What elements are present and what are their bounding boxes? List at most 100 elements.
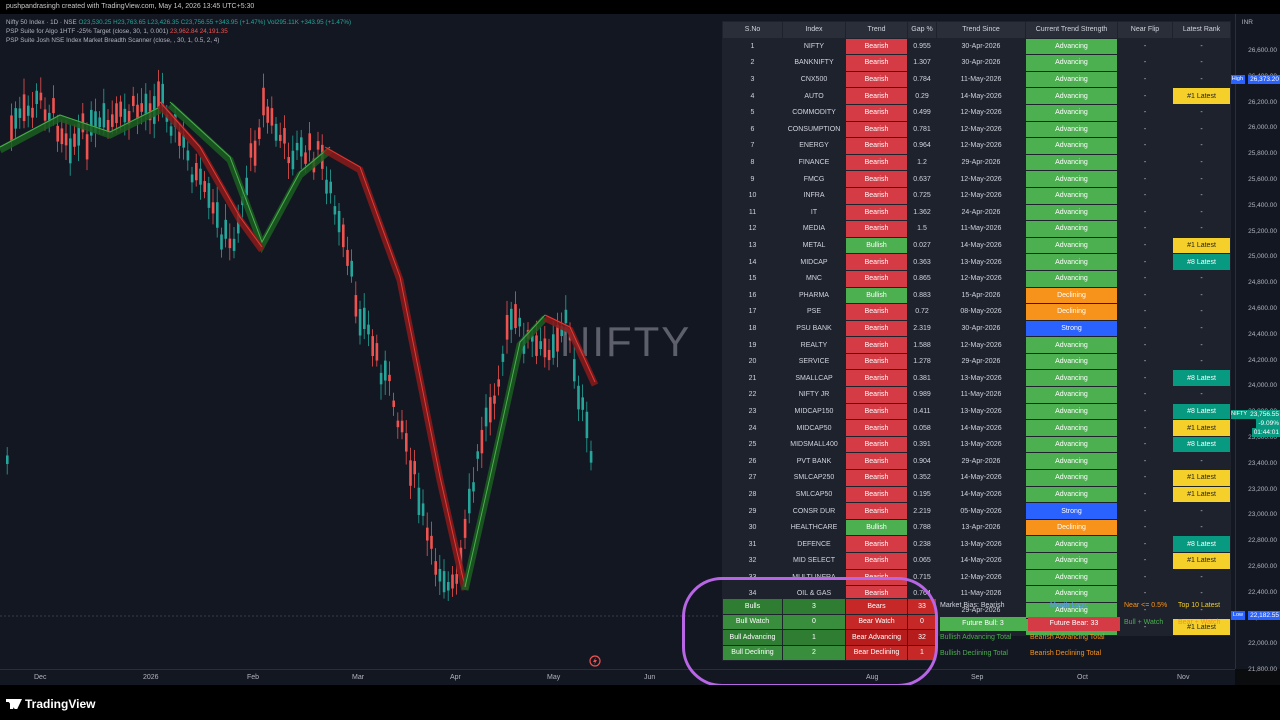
tradingview-screenshot: pushpandrasingh created with TradingView… xyxy=(0,0,1280,720)
trend-since-cell: 29-Apr-2026 xyxy=(936,153,1026,172)
index-cell: AUTO xyxy=(782,87,846,105)
scanner-row: 20 SERVICE Bearish 1.278 29-Apr-2026 Advancin… xyxy=(722,352,1231,371)
x-label: Mar xyxy=(352,674,365,681)
candlestick xyxy=(203,171,206,199)
candlestick xyxy=(484,394,488,442)
trend-since-cell: 30-Apr-2026 xyxy=(936,37,1026,56)
candlestick xyxy=(228,223,232,261)
mouth-logic-label: Mouth Logic xyxy=(1050,602,1089,609)
trend-cell: Bearish xyxy=(845,336,908,354)
trend-cell: Bearish xyxy=(845,352,908,371)
trend-since-cell: 11-May-2026 xyxy=(936,386,1026,404)
candlestick xyxy=(232,226,236,259)
x-label: Feb xyxy=(247,674,260,681)
scanner-row: 26 PVT BANK Bearish 0.904 29-Apr-2026 Advanci… xyxy=(722,452,1231,471)
price-tick-label: 24,200.00 xyxy=(1248,356,1277,364)
candlestick xyxy=(442,559,446,599)
candlestick xyxy=(60,119,64,153)
jump-to-realtime-icon[interactable] xyxy=(589,655,601,667)
strength-cell: Strong xyxy=(1025,502,1118,520)
x-label: Apr xyxy=(450,674,461,681)
serial-cell: 1 xyxy=(722,37,783,56)
index-cell: METAL xyxy=(782,236,846,255)
gap-cell: 0.027 xyxy=(907,236,937,255)
latest-rank-cell: - xyxy=(1172,70,1231,89)
strength-cell: Advancing xyxy=(1025,269,1118,288)
currency-label: INR xyxy=(1241,19,1253,26)
trend-since-cell: 13-May-2026 xyxy=(936,253,1026,271)
candlestick xyxy=(73,124,76,155)
column-header: Latest Rank xyxy=(1172,21,1231,39)
gap-cell: 0.411 xyxy=(907,402,937,421)
serial-cell: 30 xyxy=(722,518,783,537)
index-cell: PSE xyxy=(782,303,846,321)
scanner-row: 21 SMALLCAP Bearish 0.381 13-May-2026 Advanci… xyxy=(722,369,1231,388)
candlestick xyxy=(132,86,135,113)
candlestick xyxy=(48,104,51,133)
trend-since-cell: 14-May-2026 xyxy=(936,87,1026,105)
candlestick xyxy=(363,293,366,340)
price-axis[interactable]: INR 26,600.0026,400.0026,200.0026,000.00… xyxy=(1229,14,1280,673)
trend-since-cell: 11-May-2026 xyxy=(936,220,1026,238)
candlestick xyxy=(543,326,547,368)
index-cell: HEALTHCARE xyxy=(782,518,846,537)
index-cell: MIDCAP xyxy=(782,253,846,271)
candlestick xyxy=(434,548,437,587)
near-flip-cell: - xyxy=(1117,303,1173,321)
near-flip-cell: - xyxy=(1117,120,1173,139)
gap-cell: 0.725 xyxy=(907,186,937,205)
latest-rank-cell: #8 Latest xyxy=(1172,535,1231,553)
strength-cell: Advancing xyxy=(1025,402,1118,421)
scanner-row: 4 AUTO Bearish 0.29 14-May-2026 Advancing - #1 … xyxy=(722,87,1231,105)
latest-rank-cell: - xyxy=(1172,319,1231,338)
candlestick xyxy=(476,444,479,472)
trend-since-cell: 14-May-2026 xyxy=(936,419,1026,437)
trend-since-cell: 30-Apr-2026 xyxy=(936,54,1026,72)
latest-rank-cell: - xyxy=(1172,186,1231,205)
latest-rank-cell: - xyxy=(1172,153,1231,172)
near-flip-cell: - xyxy=(1117,319,1173,338)
trend-cell: Bearish xyxy=(845,502,908,520)
near-flip-cell: - xyxy=(1117,137,1173,155)
candlestick xyxy=(438,554,442,595)
trend-cell: Bearish xyxy=(845,87,908,105)
future-bull: Future Bull: 3 xyxy=(940,617,1026,631)
latest-rank-cell: #1 Latest xyxy=(1172,87,1231,105)
near-flip-cell: - xyxy=(1117,153,1173,172)
scanner-row: 6 CONSUMPTION Bearish 0.781 12-May-2026 Advan… xyxy=(722,120,1231,139)
near-flip-cell: - xyxy=(1117,186,1173,205)
time-axis[interactable]: Dec 2026 Feb Mar Apr May Jun Aug Sep Oct… xyxy=(0,669,1235,686)
candlestick xyxy=(505,300,509,354)
strength-cell: Advancing xyxy=(1025,220,1118,238)
high-tag: High xyxy=(1229,75,1245,84)
trend-cell: Bearish xyxy=(845,435,908,454)
column-header: S.No xyxy=(722,21,783,39)
price-tick-label: 24,400.00 xyxy=(1248,330,1277,338)
price-chart[interactable] xyxy=(0,0,720,669)
strength-cell: Advancing xyxy=(1025,568,1118,587)
strength-cell: Advancing xyxy=(1025,70,1118,89)
index-cell: PSU BANK xyxy=(782,319,846,338)
trend-since-cell: 13-May-2026 xyxy=(936,435,1026,454)
trend-cell: Bearish xyxy=(845,103,908,122)
scanner-row: 16 PHARMA Bullish 0.883 15-Apr-2026 Declining… xyxy=(722,286,1231,305)
x-label: 2026 xyxy=(143,674,159,681)
scanner-row: 24 MIDCAP50 Bearish 0.058 14-May-2026 Advanci… xyxy=(722,419,1231,437)
serial-cell: 16 xyxy=(722,286,783,305)
candlestick xyxy=(90,101,93,142)
serial-cell: 26 xyxy=(722,452,783,471)
index-cell: SMALLCAP xyxy=(782,369,846,388)
price-tick-label: 26,600.00 xyxy=(1248,47,1277,54)
gap-cell: 0.065 xyxy=(907,552,937,570)
near-flip-cell: - xyxy=(1117,419,1173,437)
index-cell: CONSUMPTION xyxy=(782,120,846,139)
trend-since-cell: 11-May-2026 xyxy=(936,585,1026,603)
strength-cell: Strong xyxy=(1025,319,1118,338)
latest-rank-cell: - xyxy=(1172,103,1231,122)
price-tick-label: 25,000.00 xyxy=(1248,253,1277,261)
x-label: May xyxy=(547,674,561,681)
bear-advancing-total: Bearish Advancing Total xyxy=(1030,634,1105,641)
candlestick xyxy=(552,321,555,365)
trend-since-cell: 12-May-2026 xyxy=(936,568,1026,587)
gap-cell: 0.781 xyxy=(907,120,937,139)
